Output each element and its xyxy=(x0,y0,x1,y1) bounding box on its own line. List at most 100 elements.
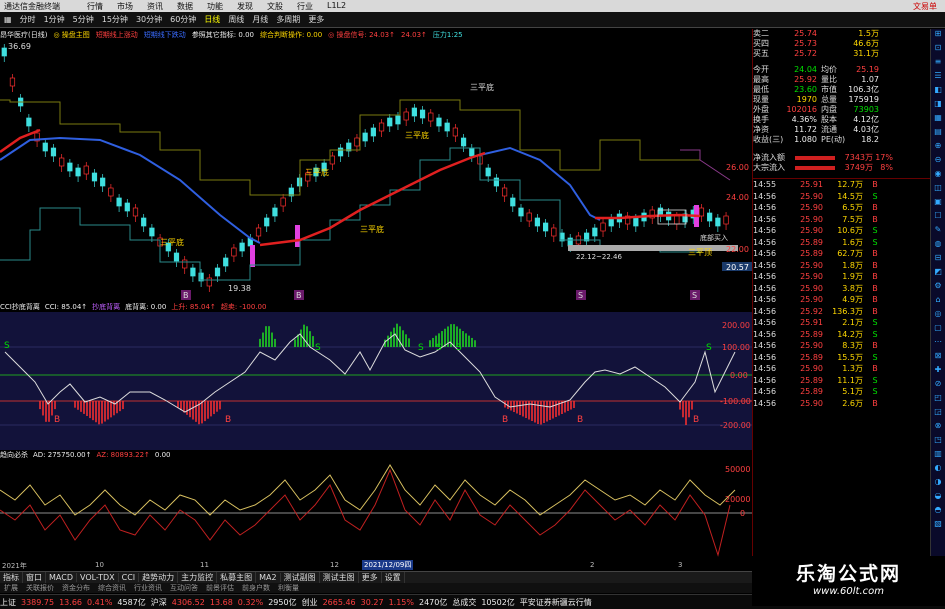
tool-icon-3[interactable]: ☰ xyxy=(931,71,945,85)
period-tab-9[interactable]: 多周期 xyxy=(272,14,304,25)
indicator-tab-8[interactable]: MA2 xyxy=(256,573,281,582)
tool-icon-28[interactable]: ⊗ xyxy=(931,421,945,435)
menu-item-3[interactable]: 数据 xyxy=(170,1,200,12)
cci-signal-s0: S xyxy=(4,341,10,351)
indicator-tab-0[interactable]: 指标 xyxy=(0,572,23,583)
tool-icon-8[interactable]: ⊕ xyxy=(931,141,945,155)
x-label-0: 2021年 xyxy=(2,562,27,570)
tool-icon-27[interactable]: ◲ xyxy=(931,407,945,421)
period-tab-6[interactable]: 日线 xyxy=(200,14,224,25)
extension-tab-7[interactable]: 前身户数 xyxy=(238,583,274,593)
extension-tab-6[interactable]: 前景评估 xyxy=(202,583,238,593)
tool-icon-11[interactable]: ◫ xyxy=(931,183,945,197)
tool-icon-29[interactable]: ◳ xyxy=(931,435,945,449)
indicator-item-0[interactable]: ◎ 操盘主图 xyxy=(53,30,89,40)
cci-chart[interactable]: 200.00 100.00 0.00 -100.00 -200.00 S S S… xyxy=(0,312,752,450)
tool-icon-26[interactable]: ◰ xyxy=(931,393,945,407)
tool-icon-34[interactable]: ◓ xyxy=(931,505,945,519)
tool-icon-18[interactable]: ⚙ xyxy=(931,281,945,295)
tool-icon-32[interactable]: ◑ xyxy=(931,477,945,491)
period-tab-10[interactable]: 更多 xyxy=(304,14,328,25)
tool-icon-16[interactable]: ⊟ xyxy=(931,253,945,267)
trade-menu[interactable]: 文易单 xyxy=(913,1,945,12)
tick-volume: 8.3万 xyxy=(842,341,863,350)
indicator-tab-7[interactable]: 私募主图 xyxy=(217,572,257,583)
ask-spacer xyxy=(817,29,845,39)
ad-panel-name[interactable]: 趋向必杀 xyxy=(0,450,28,460)
candlestick-chart[interactable]: 36.69 19.38 三平底 三平底 三平底 三平底 三平底 三平顶 底部买入… xyxy=(0,40,752,302)
tool-icon-25[interactable]: ⊘ xyxy=(931,379,945,393)
candle-body xyxy=(444,122,450,132)
indicator-tab-10[interactable]: 测试主图 xyxy=(320,572,359,583)
tool-icon-21[interactable]: ▢ xyxy=(931,323,945,337)
tool-icon-23[interactable]: ⊠ xyxy=(931,351,945,365)
candle-body xyxy=(362,132,368,142)
indicator-item-6: 24.03↑ xyxy=(400,30,427,39)
tool-icon-15[interactable]: ◍ xyxy=(931,239,945,253)
status-item-12: 30.27 xyxy=(360,597,384,607)
period-tab-4[interactable]: 30分钟 xyxy=(132,14,166,25)
menu-item-6[interactable]: 文股 xyxy=(260,1,290,12)
extension-tab-5[interactable]: 互动问答 xyxy=(166,583,202,593)
menu-item-4[interactable]: 功能 xyxy=(200,1,230,12)
cci-panel-name[interactable]: CCI抄底背离 xyxy=(0,302,40,312)
tick-row: 14:56 25.90 3.8万 B xyxy=(753,283,930,295)
extension-tab-0[interactable]: 扩展 xyxy=(0,583,22,593)
indicator-tab-9[interactable]: 测试副图 xyxy=(281,572,320,583)
extension-tab-8[interactable]: 利衡量 xyxy=(274,583,303,593)
period-tab-8[interactable]: 月线 xyxy=(248,14,272,25)
tool-icon-17[interactable]: ◩ xyxy=(931,267,945,281)
indicator-tab-5[interactable]: 趋势动力 xyxy=(139,572,179,583)
tool-icon-14[interactable]: ✎ xyxy=(931,225,945,239)
extension-tab-1[interactable]: 关联报价 xyxy=(22,583,58,593)
period-tab-2[interactable]: 5分钟 xyxy=(69,14,98,25)
extension-tab-3[interactable]: 综合资讯 xyxy=(94,583,130,593)
menu-item-7[interactable]: 行业 xyxy=(290,1,320,12)
tool-icon-19[interactable]: ⌂ xyxy=(931,295,945,309)
period-tab-7[interactable]: 周线 xyxy=(224,14,248,25)
indicator-tab-12[interactable]: 设置 xyxy=(382,572,405,583)
grid-icon[interactable]: ▦ xyxy=(0,15,16,24)
tool-icon-12[interactable]: ▣ xyxy=(931,197,945,211)
tool-icon-6[interactable]: ▦ xyxy=(931,113,945,127)
tool-icon-33[interactable]: ◒ xyxy=(931,491,945,505)
tool-icon-9[interactable]: ⊖ xyxy=(931,155,945,169)
candle-body xyxy=(132,207,139,217)
extension-tab-2[interactable]: 资金分布 xyxy=(58,583,94,593)
tool-icon-0[interactable]: ⊞ xyxy=(931,29,945,43)
tool-icon-22[interactable]: ⋯ xyxy=(931,337,945,351)
tool-icon-2[interactable]: ≡ xyxy=(931,57,945,71)
tool-icon-31[interactable]: ◐ xyxy=(931,463,945,477)
indicator-tab-6[interactable]: 主力监控 xyxy=(178,572,218,583)
menu-item-8[interactable]: L1L2 xyxy=(320,1,353,12)
tool-icon-35[interactable]: ▧ xyxy=(931,519,945,533)
menu-item-0[interactable]: 行情 xyxy=(80,1,110,12)
period-tab-1[interactable]: 1分钟 xyxy=(40,14,69,25)
indicator-tab-1[interactable]: 窗口 xyxy=(23,572,46,583)
tool-icon-1[interactable]: ⊡ xyxy=(931,43,945,57)
indicator-tab-3[interactable]: VOL-TDX xyxy=(77,573,119,582)
indicator-tab-2[interactable]: MACD xyxy=(46,573,77,582)
cci-item-2: 底背离: 0.00 xyxy=(125,303,167,311)
indicator-tab-11[interactable]: 更多 xyxy=(359,572,382,583)
tool-icon-10[interactable]: ◉ xyxy=(931,169,945,183)
menu-item-5[interactable]: 发现 xyxy=(230,1,260,12)
menu-item-1[interactable]: 市场 xyxy=(110,1,140,12)
ad-chart[interactable]: 50000 20000 0 xyxy=(0,460,752,560)
tick-side: S xyxy=(872,318,878,327)
tool-icon-5[interactable]: ◨ xyxy=(931,99,945,113)
extension-tab-4[interactable]: 行业资讯 xyxy=(130,583,166,593)
menu-item-2[interactable]: 资讯 xyxy=(140,1,170,12)
candle-body xyxy=(223,257,229,267)
tool-icon-4[interactable]: ◧ xyxy=(931,85,945,99)
tool-icon-24[interactable]: ✚ xyxy=(931,365,945,379)
tool-icon-20[interactable]: ◎ xyxy=(931,309,945,323)
tool-icon-30[interactable]: ▥ xyxy=(931,449,945,463)
period-tab-5[interactable]: 60分钟 xyxy=(166,14,200,25)
tick-list[interactable]: 14:55 25.91 12.7万 B 14:56 25.90 14.5万 S 14:56 25.… xyxy=(753,179,930,409)
period-tab-3[interactable]: 15分钟 xyxy=(98,14,132,25)
indicator-tab-4[interactable]: CCI xyxy=(119,573,140,582)
period-tab-0[interactable]: 分时 xyxy=(16,14,40,25)
tool-icon-13[interactable]: ☐ xyxy=(931,211,945,225)
tool-icon-7[interactable]: ▤ xyxy=(931,127,945,141)
